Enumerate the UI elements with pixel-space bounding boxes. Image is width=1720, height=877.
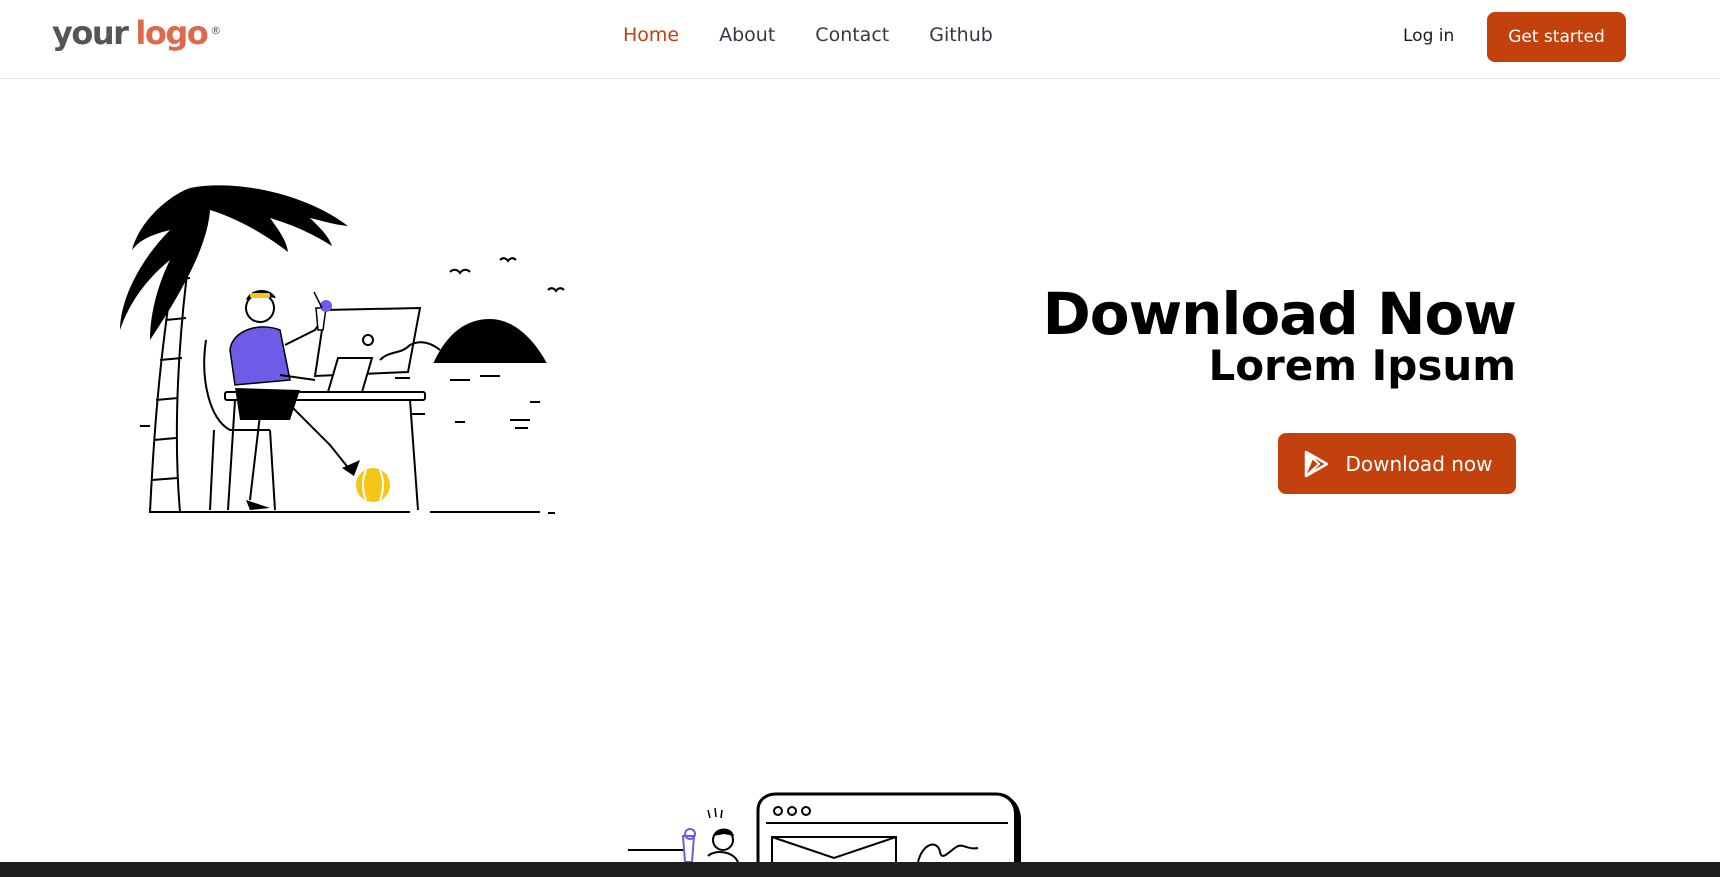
download-now-button[interactable]: Download now: [1278, 433, 1516, 494]
logo-text-part1: your: [52, 14, 129, 52]
hero-text: Download Now Lorem Ipsum: [1042, 280, 1517, 390]
main-nav: Home About Contact Github: [623, 24, 1033, 46]
birds: [449, 257, 565, 293]
nav-link-contact[interactable]: Contact: [815, 24, 889, 46]
nav-link-about[interactable]: About: [719, 24, 775, 46]
hero-illustration: [120, 185, 565, 514]
play-store-icon: [1305, 450, 1329, 477]
bottom-bar: [0, 862, 1720, 877]
logo[interactable]: your logo ®: [52, 14, 221, 58]
login-link[interactable]: Log in: [1403, 26, 1454, 46]
hero-title: Download Now: [1042, 280, 1517, 348]
get-started-button[interactable]: Get started: [1487, 12, 1626, 62]
navbar: your logo ® Home About Contact Github Lo…: [0, 0, 1720, 79]
registered-mark: ®: [210, 24, 222, 37]
browser-window-illustration: [628, 792, 1021, 862]
nav-link-home[interactable]: Home: [623, 24, 679, 46]
tennis-ball: [356, 468, 390, 502]
palm-leaves: [120, 185, 348, 340]
logo-text-part2: logo: [135, 14, 208, 52]
nav-link-github[interactable]: Github: [929, 24, 993, 46]
download-now-label: Download now: [1345, 451, 1493, 476]
hero-subtitle: Lorem Ipsum: [1208, 340, 1516, 390]
